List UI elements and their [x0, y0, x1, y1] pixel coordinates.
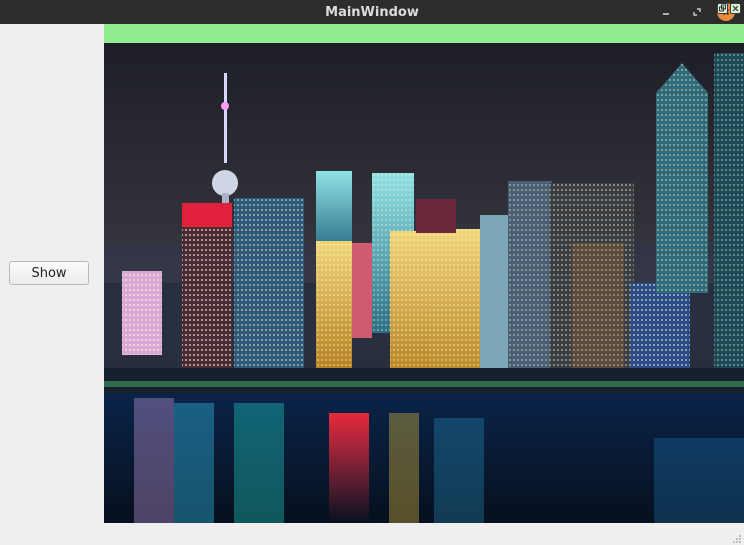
maximize-button[interactable] [688, 3, 706, 21]
float-icon [719, 4, 726, 12]
close-icon [732, 5, 739, 12]
minimize-icon [663, 13, 669, 15]
title-bar: MainWindow [0, 0, 744, 24]
city-night-image [104, 43, 744, 523]
window-title: MainWindow [325, 5, 419, 20]
maximize-icon [693, 8, 701, 16]
show-button[interactable]: Show [9, 261, 89, 285]
skyline-picture [104, 43, 744, 523]
dock-close-button[interactable] [730, 3, 741, 14]
minimize-button[interactable] [657, 3, 675, 21]
dock-float-button[interactable] [717, 3, 728, 14]
size-grip[interactable] [731, 533, 742, 544]
dock-title-bar[interactable] [104, 24, 744, 43]
